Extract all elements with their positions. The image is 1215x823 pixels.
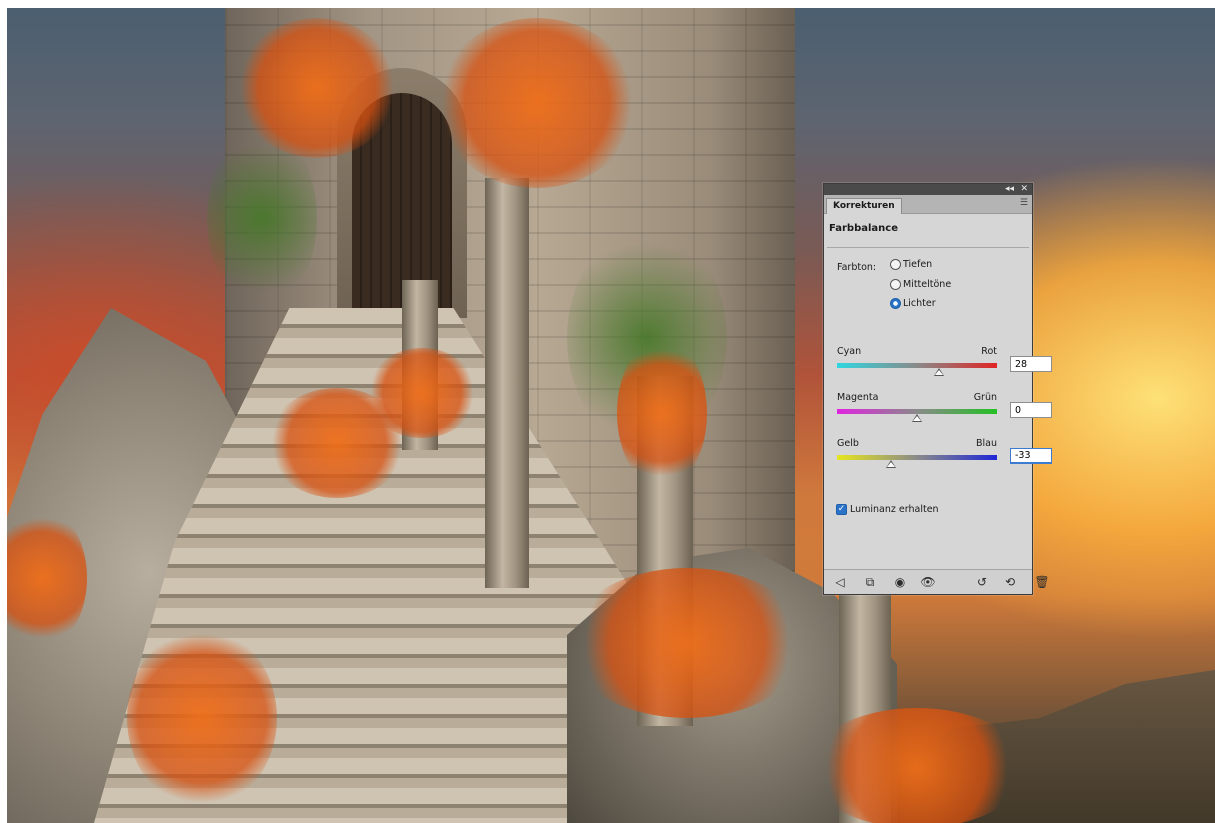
checkbox-label: Luminanz erhalten <box>850 504 939 515</box>
checkbox-checked-icon[interactable]: ✓ <box>836 504 847 515</box>
adjustments-panel: ◂◂ ✕ Korrekturen ☰ Farbbalance Farbton: … <box>823 183 1052 595</box>
slider-right-label: Grün <box>973 392 997 403</box>
magenta-green-value-field[interactable] <box>1010 402 1052 418</box>
orange-leaves <box>617 338 707 488</box>
slider-left-label: Magenta <box>837 392 879 403</box>
luminance-checkbox[interactable]: ✓ Luminanz erhalten <box>836 504 939 515</box>
slider-right-label: Blau <box>976 438 997 449</box>
cyan-red-value-field[interactable] <box>1010 356 1052 372</box>
orange-leaves <box>437 18 637 188</box>
radio-button[interactable] <box>890 297 901 309</box>
orange-leaves <box>127 628 277 808</box>
orange-leaves <box>807 708 1027 823</box>
divider <box>827 247 1029 248</box>
radio-button[interactable] <box>890 278 901 290</box>
panel-toolbar: ◁ ⧉ ◉ 👁 ↺ ⟲ 🗑 <box>824 569 1050 594</box>
radio-tiefen[interactable]: Tiefen <box>890 256 932 272</box>
tab-korrekturen[interactable]: Korrekturen <box>826 198 902 214</box>
collapse-icon[interactable]: ◂◂ <box>1005 184 1014 195</box>
adjustment-title: Farbbalance <box>829 223 898 234</box>
slider-left-label: Cyan <box>837 346 862 357</box>
clip-to-layer-icon[interactable]: ⧉ <box>862 574 878 590</box>
panel-tab-row: Korrekturen ☰ <box>824 195 1032 214</box>
reset-default-icon[interactable]: ⟲ <box>1002 574 1018 590</box>
radio-label: Tiefen <box>903 258 933 270</box>
slider-left-label: Gelb <box>837 438 859 449</box>
pillar <box>485 178 529 588</box>
slider-thumb[interactable] <box>912 414 922 422</box>
radio-lichter[interactable]: Lichter <box>890 295 936 311</box>
radio-button[interactable] <box>890 258 901 270</box>
close-icon[interactable]: ✕ <box>1020 184 1028 195</box>
trash-icon[interactable]: 🗑 <box>1034 574 1050 590</box>
orange-leaves <box>567 568 807 718</box>
panel-menu-icon[interactable]: ☰ <box>1020 198 1028 209</box>
radio-label: Lichter <box>903 297 936 309</box>
radio-mitteltoene[interactable]: Mitteltöne <box>890 276 951 292</box>
slider-right-label: Rot <box>981 346 997 357</box>
orange-leaves <box>267 388 407 498</box>
back-arrow-icon[interactable]: ◁ <box>832 574 848 590</box>
yellow-blue-value-field[interactable] <box>1010 448 1052 464</box>
orange-leaves <box>237 18 397 158</box>
visibility-toggle-icon[interactable]: ◉ <box>892 574 908 590</box>
radio-label: Mitteltöne <box>903 278 952 290</box>
reset-icon[interactable]: ↺ <box>974 574 990 590</box>
view-previous-state-icon[interactable]: 👁 <box>920 574 936 590</box>
slider-thumb[interactable] <box>934 368 945 376</box>
panel-titlebar[interactable]: ◂◂ ✕ <box>824 184 1032 195</box>
tone-label: Farbton: <box>837 262 877 273</box>
slider-track[interactable] <box>837 363 997 368</box>
slider-track[interactable] <box>837 455 997 460</box>
slider-thumb[interactable] <box>885 460 896 468</box>
